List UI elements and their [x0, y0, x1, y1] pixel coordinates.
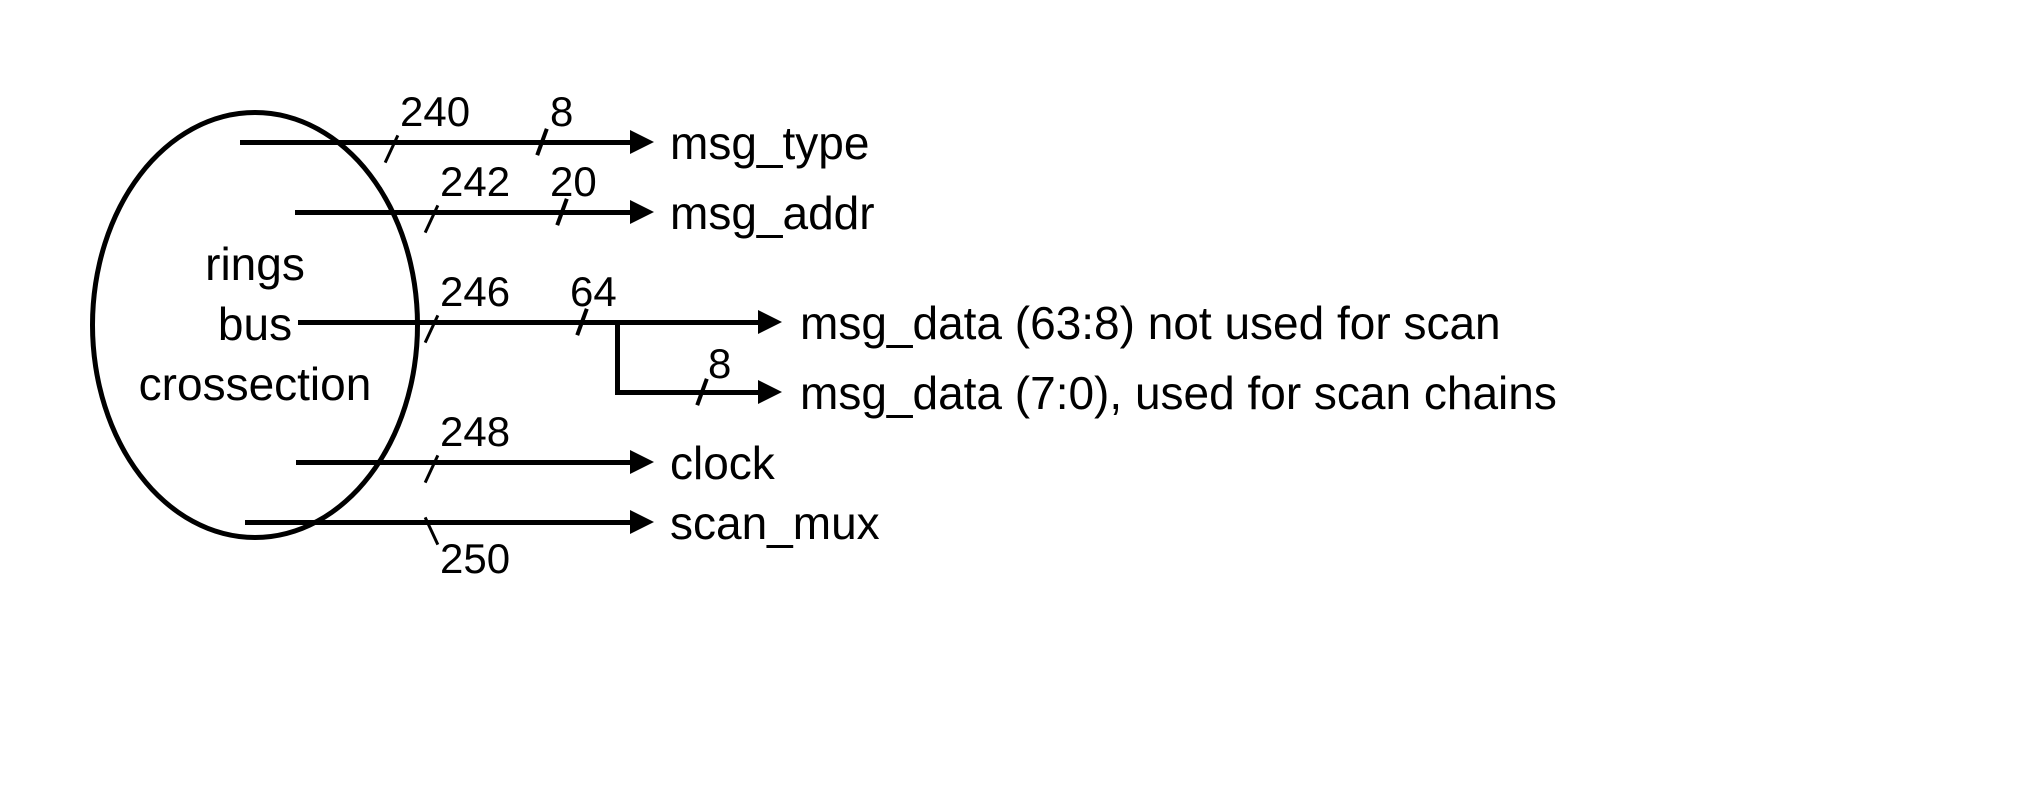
msg-addr-label: msg_addr: [670, 186, 875, 240]
msg-data-line: [298, 320, 758, 325]
msg-addr-line: [295, 210, 630, 215]
msg-type-arrowhead: [630, 130, 654, 154]
scan-mux-line: [245, 520, 630, 525]
scan-mux-arrowhead: [630, 510, 654, 534]
msg-data-label-high: msg_data (63:8) not used for scan: [800, 296, 1501, 350]
diagram-container: ringsbuscrossection 240 8 msg_type 242 2…: [40, 40, 2019, 759]
msg-addr-width: 20: [550, 158, 597, 206]
msg-data-ref: 246: [440, 268, 510, 316]
scan-mux-label: scan_mux: [670, 496, 880, 550]
clock-label: clock: [670, 436, 775, 490]
msg-data-branch-arrowhead: [758, 380, 782, 404]
rings-bus-ellipse: ringsbuscrossection: [90, 110, 420, 540]
msg-data-label-low: msg_data (7:0), used for scan chains: [800, 366, 1557, 420]
clock-ref: 248: [440, 408, 510, 456]
msg-data-branch-horiz: [615, 390, 760, 395]
msg-data-arrowhead: [758, 310, 782, 334]
msg-addr-ref: 242: [440, 158, 510, 206]
msg-data-branch-vert: [615, 320, 620, 390]
clock-line: [296, 460, 631, 465]
msg-type-ref: 240: [400, 88, 470, 136]
msg-type-label: msg_type: [670, 116, 869, 170]
msg-data-width: 64: [570, 268, 617, 316]
msg-type-line: [240, 140, 630, 145]
msg-addr-arrowhead: [630, 200, 654, 224]
msg-type-width: 8: [550, 88, 573, 136]
scan-mux-ref: 250: [440, 535, 510, 583]
msg-data-branch-width: 8: [708, 340, 731, 388]
clock-arrowhead: [630, 450, 654, 474]
